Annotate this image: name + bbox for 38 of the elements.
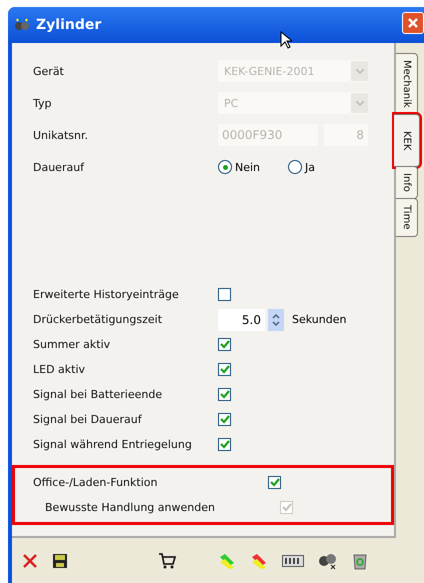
side-tab[interactable]: Info [396, 166, 418, 200]
option-label: Signal bei Dauerauf [32, 413, 143, 426]
field-label: Gerät [32, 64, 65, 78]
option-label: Drückerbetätigungszeit [32, 313, 164, 326]
radio-option[interactable]: Nein [218, 160, 260, 174]
window-title: Zylinder [36, 17, 102, 33]
checkbox[interactable] [218, 363, 231, 376]
side-tab[interactable]: Mechanik [396, 53, 418, 115]
checkbox[interactable] [218, 338, 231, 351]
unit-label: Sekunden [292, 313, 346, 326]
checkbox[interactable] [218, 388, 231, 401]
field-label: Dauerauf [32, 160, 86, 174]
option-label: Office-/Laden-Funktion [32, 476, 158, 489]
option-label: Summer aktiv [32, 338, 112, 351]
cart-icon[interactable] [158, 552, 176, 570]
field-label: Typ [32, 96, 52, 110]
mouse-pointer-icon [280, 31, 292, 49]
close-button[interactable] [402, 12, 424, 34]
checkbox[interactable] [218, 413, 231, 426]
option-label: Signal bei Batterieende [32, 388, 164, 401]
option-label: Erweiterte Historyeinträge [32, 288, 180, 301]
checkbox[interactable] [218, 288, 231, 301]
checkbox[interactable] [218, 438, 231, 451]
checkbox[interactable] [268, 476, 281, 489]
app-icon [14, 18, 30, 32]
side-tab[interactable]: KEK [394, 114, 420, 168]
close-icon [407, 17, 419, 29]
side-tab[interactable]: Time [396, 198, 418, 237]
save-icon[interactable] [52, 552, 68, 568]
spinner-arrows-icon[interactable] [268, 308, 284, 330]
delete-icon[interactable] [22, 552, 38, 568]
number-field[interactable]: 5.0 [218, 308, 265, 330]
counter-icon[interactable] [282, 554, 304, 566]
recycle-bin-icon[interactable] [352, 552, 368, 570]
option-label: LED aktiv [32, 363, 86, 376]
option-label: Signal während Entriegelung [32, 438, 193, 451]
field-label: Unikatsnr. [32, 128, 90, 142]
option-label: Bewusste Handlung anwenden [44, 501, 216, 514]
